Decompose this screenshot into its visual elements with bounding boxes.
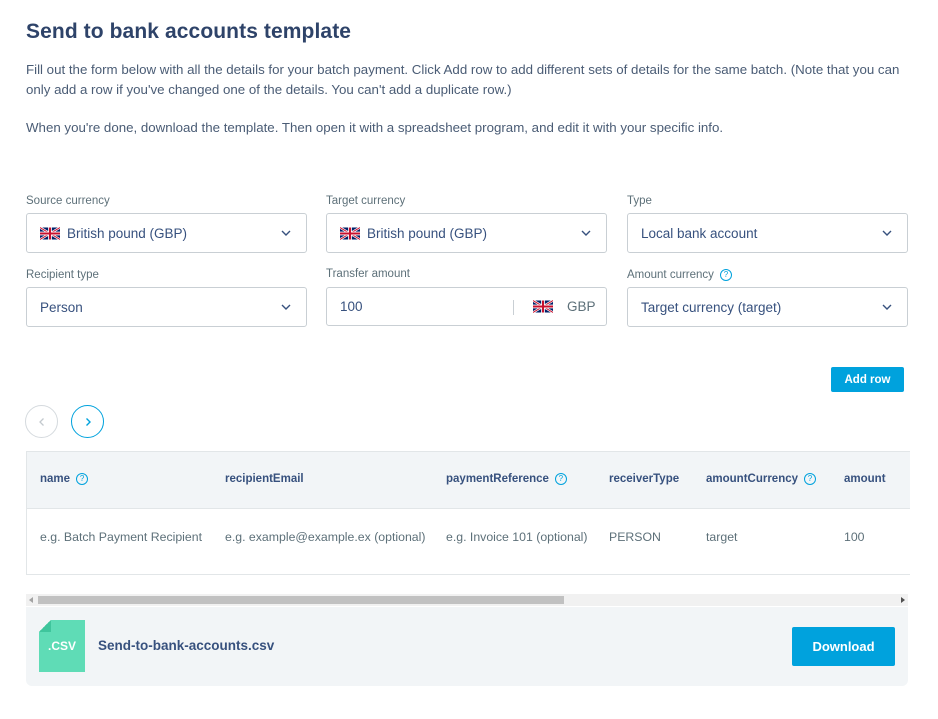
csv-icon-label: .CSV [47, 639, 76, 653]
type-label: Type [627, 195, 652, 207]
amount-currency-value: Target currency (target) [641, 299, 782, 315]
intro-paragraph: Fill out the form below with all the det… [26, 62, 900, 97]
source-currency-label: Source currency [26, 195, 110, 207]
recipient-type-label: Recipient type [26, 269, 99, 281]
help-icon[interactable]: ? [719, 269, 732, 281]
amount-currency-label-text: Amount currency [627, 269, 714, 282]
cell-name[interactable]: e.g. Batch Payment Recipient [40, 530, 202, 544]
file-download-bar: .CSV Send-to-bank-accounts.csv Download [26, 607, 908, 686]
source-currency-value: British pound (GBP) [67, 225, 188, 241]
chevron-down-icon [882, 230, 892, 236]
amount-currency-select[interactable]: Target currency (target) [627, 287, 908, 327]
target-currency-select[interactable]: British pound (GBP) [326, 213, 607, 253]
currency-code: GBP [567, 299, 596, 314]
uk-flag-icon [340, 226, 360, 240]
column-header-label: amountCurrency [706, 473, 799, 486]
help-icon[interactable]: ? [554, 473, 567, 485]
column-header-receiver-type: receiverType [609, 473, 680, 485]
chevron-down-icon [882, 304, 892, 310]
table-header: name? recipientEmail paymentReference? r… [27, 452, 910, 509]
column-header-amount: amount [844, 473, 886, 485]
chevron-down-icon [281, 230, 291, 236]
type-select[interactable]: Local bank account [627, 213, 908, 253]
file-name: Send-to-bank-accounts.csv [98, 638, 275, 653]
chevron-left-icon [38, 417, 44, 426]
cell-amount-currency[interactable]: target [706, 530, 737, 544]
previous-button[interactable] [25, 405, 58, 438]
add-row-button[interactable]: Add row [831, 367, 904, 392]
recipient-type-select[interactable]: Person [26, 287, 307, 327]
target-currency-value: British pound (GBP) [367, 225, 488, 241]
column-header-recipient-email: recipientEmail [225, 473, 304, 485]
uk-flag-icon [533, 300, 553, 313]
column-header-payment-reference: paymentReference? [446, 473, 567, 485]
cell-amount[interactable]: 100 [844, 530, 865, 544]
scroll-right-arrow-icon[interactable] [901, 597, 905, 603]
chevron-down-icon [281, 304, 291, 310]
source-currency-select[interactable]: British pound (GBP) [26, 213, 307, 253]
fold-corner-shadow [39, 620, 51, 632]
scrollbar-thumb[interactable] [38, 596, 564, 604]
target-currency-label: Target currency [326, 195, 406, 207]
intro-paragraph-2: When you're done, download the template.… [26, 120, 724, 135]
column-header-label: paymentReference [446, 473, 549, 486]
help-icon[interactable]: ? [76, 473, 89, 485]
cell-payment-reference[interactable]: e.g. Invoice 101 (optional) [446, 530, 588, 544]
uk-flag-icon [40, 226, 60, 240]
chevron-down-icon [581, 230, 591, 236]
horizontal-scrollbar[interactable] [26, 594, 908, 606]
page-title: Send to bank accounts template [26, 20, 352, 43]
transfer-amount-label: Transfer amount [326, 268, 410, 280]
download-button[interactable]: Download [792, 627, 895, 666]
chevron-right-icon [85, 417, 91, 426]
amount-currency-indicator: GBP [533, 299, 596, 314]
recipient-type-value: Person [40, 299, 83, 315]
column-header-name: name? [40, 473, 89, 486]
amount-currency-label: Amount currency? [627, 269, 732, 281]
transfer-amount-value: 100 [340, 299, 363, 314]
cell-recipient-email[interactable]: e.g. example@example.ex (optional) [225, 530, 425, 544]
next-button[interactable] [71, 405, 104, 438]
type-value: Local bank account [641, 225, 758, 241]
cell-receiver-type[interactable]: PERSON [609, 530, 661, 544]
divider [513, 300, 514, 315]
scroll-left-arrow-icon[interactable] [29, 597, 33, 603]
column-header-amount-currency: amountCurrency? [706, 473, 817, 486]
transfer-amount-input[interactable]: 100 GBP [326, 287, 607, 326]
help-icon[interactable]: ? [804, 473, 817, 485]
csv-file-icon: .CSV [39, 620, 85, 672]
column-header-label: name [40, 473, 71, 486]
template-table: name? recipientEmail paymentReference? r… [26, 451, 910, 575]
